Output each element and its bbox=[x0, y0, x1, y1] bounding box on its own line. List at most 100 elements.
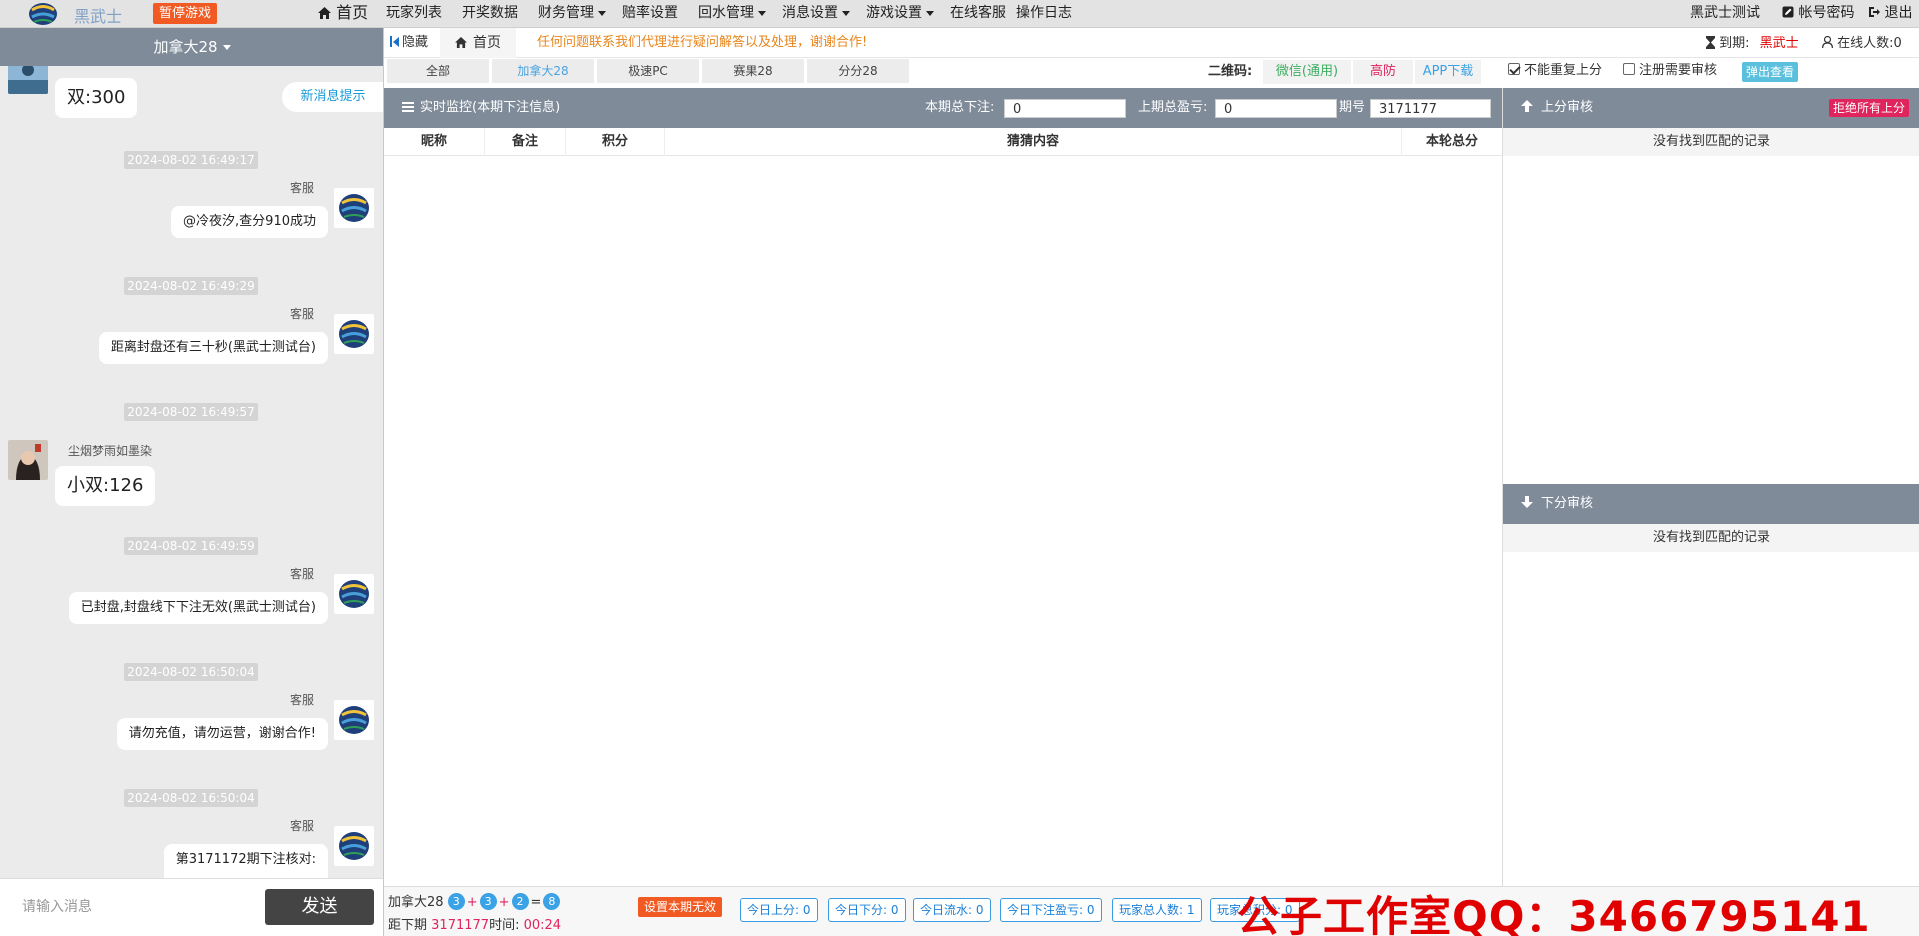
nav-user[interactable]: 黑武士测试 bbox=[1690, 0, 1760, 28]
expire-value: 黑武士 bbox=[1759, 36, 1799, 51]
next-period-label: 距下期 bbox=[388, 918, 428, 933]
arrow-left-icon bbox=[393, 37, 399, 47]
game-tab-fast-pc[interactable]: 极速PC bbox=[597, 59, 699, 83]
nav-home[interactable]: 首页 bbox=[318, 0, 368, 28]
tab-home[interactable]: 首页 bbox=[440, 28, 516, 58]
chat-bubble: @冷夜汐,查分910成功 bbox=[171, 206, 328, 238]
nav-message-label: 消息设置 bbox=[782, 5, 838, 21]
logout-icon bbox=[1869, 7, 1880, 17]
col-points[interactable]: 积分 bbox=[566, 128, 665, 156]
withdraw-audit-title: 下分审核 bbox=[1521, 484, 1593, 524]
online-label: 在线人数: bbox=[1837, 36, 1894, 51]
expire-label: 到期: bbox=[1719, 36, 1750, 51]
period-label: 期号 bbox=[1339, 100, 1366, 115]
col-remark[interactable]: 备注 bbox=[485, 128, 566, 156]
countdown-value: 00:24 bbox=[523, 918, 562, 933]
nav-odds[interactable]: 赔率设置 bbox=[622, 0, 678, 28]
top-nav: 黑武士 暂停游戏 首页 玩家列表 开奖数据 财务管理 赔率设置 回水管理 消息设… bbox=[0, 0, 1919, 28]
bet-table-body bbox=[384, 156, 1502, 887]
chat-bubble: 双:300 bbox=[55, 78, 138, 118]
caret-down-icon bbox=[598, 10, 606, 16]
service-logo-icon bbox=[334, 314, 374, 354]
no-repeat-checkbox[interactable]: 不能重复上分 bbox=[1508, 63, 1602, 79]
qr-app-download-button[interactable]: APP下载 bbox=[1415, 60, 1481, 84]
stat-today-turnover[interactable]: 今日流水: 0 bbox=[913, 898, 991, 922]
reject-all-deposits-button[interactable]: 拒绝所有上分 bbox=[1829, 99, 1910, 117]
chat-message-input[interactable] bbox=[10, 887, 260, 927]
new-message-button[interactable]: 新消息提示 bbox=[282, 82, 383, 112]
nav-game-settings[interactable]: 游戏设置 bbox=[866, 0, 934, 28]
stat-today-deposit[interactable]: 今日上分: 0 bbox=[740, 898, 818, 922]
nav-operation-log[interactable]: 操作日志 bbox=[1016, 0, 1072, 28]
nav-logout[interactable]: 退出 bbox=[1868, 0, 1912, 28]
service-logo-icon bbox=[334, 826, 374, 866]
monitor-header: 实时监控(本期下注信息) 本期总下注: 0 上期总盈亏: 0 期号 317117… bbox=[384, 88, 1502, 128]
chat-sender: 客服 bbox=[289, 307, 314, 321]
register-review-checkbox[interactable]: 注册需要审核 bbox=[1623, 63, 1717, 79]
game-tab-bar: 全部 加拿大28 极速PC 赛果28 分分28 二维码: 微信(通用) 高防 A… bbox=[384, 58, 1502, 88]
chat-bubble: 请勿充值，请勿运营，谢谢合作! bbox=[116, 718, 328, 750]
service-avatar bbox=[334, 314, 374, 354]
nav-players[interactable]: 玩家列表 bbox=[386, 0, 442, 28]
stat-today-profit[interactable]: 今日下注盈亏: 0 bbox=[1000, 898, 1102, 922]
chat-messages[interactable]: 双:300 新消息提示 2024-08-02 16:49:17 客服 @冷夜汐,… bbox=[0, 66, 383, 878]
col-bet-content[interactable]: 猜猜内容 bbox=[665, 128, 1402, 156]
service-avatar bbox=[334, 826, 374, 866]
period-field[interactable]: 3171177 bbox=[1370, 99, 1491, 118]
tab-home-label: 首页 bbox=[473, 35, 501, 51]
nav-password-label: 帐号密码 bbox=[1798, 5, 1855, 21]
chat-timestamp: 2024-08-02 16:49:17 bbox=[124, 151, 258, 169]
col-nickname[interactable]: 昵称 bbox=[384, 128, 485, 156]
game-tab-fenfen28[interactable]: 分分28 bbox=[807, 59, 909, 83]
result-ball: 3 bbox=[447, 893, 465, 910]
stat-today-withdraw[interactable]: 今日下分: 0 bbox=[828, 898, 906, 922]
nav-rebate[interactable]: 回水管理 bbox=[698, 0, 766, 28]
deposit-audit-title: 上分审核 bbox=[1521, 88, 1593, 128]
notice-marquee: 任何问题联系我们代理进行疑问解答以及处理，谢谢合作! bbox=[537, 35, 868, 50]
total-bet-label: 本期总下注: bbox=[925, 100, 995, 115]
send-button[interactable]: 发送 bbox=[265, 889, 374, 925]
bet-table-header: 昵称 备注 积分 猜猜内容 本轮总分 bbox=[384, 128, 1502, 156]
nav-draw-data[interactable]: 开奖数据 bbox=[462, 0, 518, 28]
game-tab-canada28[interactable]: 加拿大28 bbox=[492, 59, 594, 83]
total-bet-field[interactable]: 0 bbox=[1004, 99, 1126, 118]
pause-game-button[interactable]: 暂停游戏 bbox=[153, 3, 218, 24]
result-game-name: 加拿大28 bbox=[388, 895, 444, 910]
service-avatar bbox=[334, 188, 374, 228]
nav-home-label: 首页 bbox=[336, 3, 369, 22]
game-tab-result28[interactable]: 赛果28 bbox=[702, 59, 804, 83]
caret-down-icon bbox=[222, 45, 231, 50]
result-ball: 3 bbox=[479, 893, 497, 910]
chat-room-selector[interactable]: 加拿大28 bbox=[0, 28, 383, 66]
plus-sign: + bbox=[466, 895, 478, 910]
checkbox-checked-icon bbox=[1508, 63, 1520, 75]
withdraw-audit-title-text: 下分审核 bbox=[1541, 496, 1594, 511]
collapse-left-icon bbox=[390, 36, 392, 47]
service-avatar bbox=[334, 574, 374, 614]
nav-online-service[interactable]: 在线客服 bbox=[950, 0, 1006, 28]
avatar bbox=[8, 66, 48, 94]
chat-sender: 客服 bbox=[289, 819, 314, 833]
monitor-title: 实时监控(本期下注信息) bbox=[402, 88, 560, 128]
void-period-button[interactable]: 设置本期无效 bbox=[638, 897, 723, 917]
tab-bar: 隐藏 首页 任何问题联系我们代理进行疑问解答以及处理，谢谢合作! bbox=[384, 28, 1919, 58]
monitor-title-text: 实时监控(本期下注信息) bbox=[420, 100, 561, 115]
game-tab-all[interactable]: 全部 bbox=[387, 59, 489, 83]
nav-finance[interactable]: 财务管理 bbox=[538, 0, 606, 28]
user-icon bbox=[1822, 35, 1833, 49]
qr-antiblock-button[interactable]: 高防 bbox=[1353, 60, 1413, 84]
chat-timestamp: 2024-08-02 16:49:59 bbox=[124, 537, 258, 555]
qr-wechat-button[interactable]: 微信(通用) bbox=[1263, 60, 1351, 84]
checkbox-unchecked-icon bbox=[1623, 63, 1635, 75]
col-round-total[interactable]: 本轮总分 bbox=[1402, 128, 1502, 156]
status-bar: 加拿大28 3 +3 +2 = 8 距下期 3171177时间: 00:24 设置本期无… bbox=[384, 886, 1919, 936]
nav-password[interactable]: 帐号密码 bbox=[1782, 0, 1854, 28]
popup-view-button[interactable]: 弹出查看 bbox=[1742, 62, 1798, 82]
nav-rebate-label: 回水管理 bbox=[698, 5, 754, 21]
nav-message[interactable]: 消息设置 bbox=[782, 0, 850, 28]
hide-sidebar-button[interactable]: 隐藏 bbox=[390, 28, 428, 58]
last-profit-field[interactable]: 0 bbox=[1215, 99, 1337, 118]
chat-timestamp: 2024-08-02 16:50:04 bbox=[124, 663, 258, 681]
stat-total-players[interactable]: 玩家总人数: 1 bbox=[1112, 898, 1202, 922]
caret-down-icon bbox=[926, 10, 934, 16]
